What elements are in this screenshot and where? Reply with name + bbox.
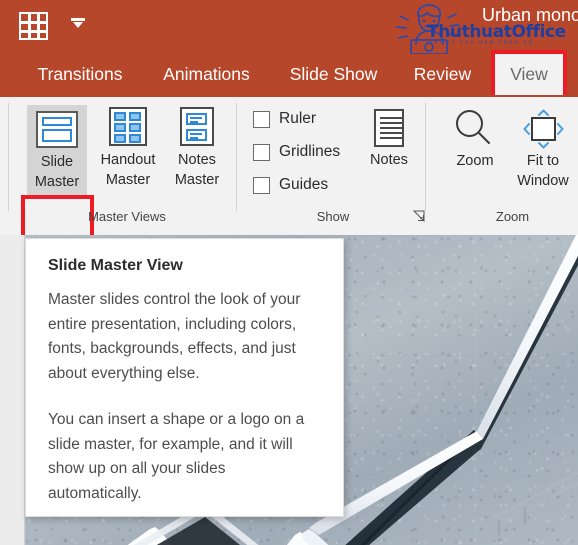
tab-review[interactable]: Review: [400, 54, 485, 95]
gridlines-label: Gridlines: [279, 143, 341, 160]
slide-master-tooltip: Slide Master View Master slides control …: [25, 238, 344, 517]
tab-animations[interactable]: Animations: [145, 54, 268, 95]
tooltip-paragraph-2: You can insert a shape or a logo on a sl…: [48, 411, 305, 502]
fit-to-window-icon: [521, 109, 565, 149]
fit-to-window-label-line2: Window: [517, 173, 569, 189]
checkbox-ruler[interactable]: Ruler: [253, 110, 316, 128]
ribbon-tab-row: Transitions Animations Slide Show Review…: [0, 50, 578, 99]
powerpoint-window: Urban mono ThuthuatOffice TRI KỶ CỦA DÂN…: [0, 0, 578, 545]
gridlines-checkbox-box[interactable]: [253, 143, 270, 161]
page-title: Urban mono: [482, 5, 578, 25]
group-label-master-views: Master Views: [88, 209, 166, 224]
ribbon: Slide Master Handout Master Notes Master…: [0, 95, 578, 295]
checkbox-gridlines[interactable]: Gridlines: [253, 143, 340, 161]
notes-master-button[interactable]: Notes Master: [166, 107, 228, 190]
dialog-box-launcher-icon[interactable]: [413, 210, 425, 222]
person-with-laptop-icon: [396, 4, 460, 55]
notes-icon: [374, 109, 404, 147]
handout-master-button[interactable]: Handout Master: [93, 107, 163, 190]
group-label-zoom: Zoom: [495, 209, 530, 224]
fit-to-window-button[interactable]: Fit to Window: [508, 109, 578, 191]
slide-master-label-line2: Master: [34, 174, 80, 190]
tooltip-title: Slide Master View: [48, 257, 183, 274]
zoom-magnifier-icon: [454, 109, 496, 149]
zoom-label: Zoom: [456, 153, 494, 169]
handout-master-label-line2: Master: [105, 172, 151, 188]
group-label-show: Show: [316, 209, 350, 224]
watermark-tagline: TRI KỶ CỦA DÂN CÔNG SỞ: [430, 41, 535, 46]
notes-master-label-line1: Notes: [178, 152, 216, 168]
ribbon-accent-line: [0, 95, 578, 97]
tab-slide-show[interactable]: Slide Show: [276, 54, 391, 95]
title-bar: Urban mono ThuthuatOffice TRI KỶ CỦA DÂN…: [0, 0, 578, 55]
notes-label: Notes: [370, 152, 408, 168]
slide-master-label-line1: Slide: [40, 154, 74, 170]
guides-checkbox-box[interactable]: [253, 176, 270, 194]
checkbox-guides[interactable]: Guides: [253, 176, 328, 194]
notes-master-icon: [180, 107, 214, 146]
notes-button[interactable]: Notes: [358, 109, 420, 170]
slide-master-icon: [36, 111, 78, 148]
tab-view[interactable]: View: [495, 54, 563, 95]
zoom-button[interactable]: Zoom: [447, 109, 503, 171]
slide-master-button[interactable]: Slide Master: [27, 105, 87, 196]
tab-transitions[interactable]: Transitions: [20, 54, 140, 95]
notes-master-label-line2: Master: [174, 172, 220, 188]
ruler-label: Ruler: [279, 110, 317, 127]
customize-quick-access-caret-icon[interactable]: [70, 18, 86, 30]
fit-to-window-label-line1: Fit to: [526, 153, 560, 169]
table-grid-icon[interactable]: [19, 12, 48, 40]
ruler-checkbox-box[interactable]: [253, 110, 270, 128]
slide-thumbnail-pane[interactable]: [0, 235, 25, 545]
guides-label: Guides: [279, 176, 329, 193]
tooltip-paragraph-1: Master slides control the look of your e…: [48, 291, 301, 382]
handout-master-label-line1: Handout: [100, 152, 156, 168]
handout-master-icon: [109, 107, 147, 146]
